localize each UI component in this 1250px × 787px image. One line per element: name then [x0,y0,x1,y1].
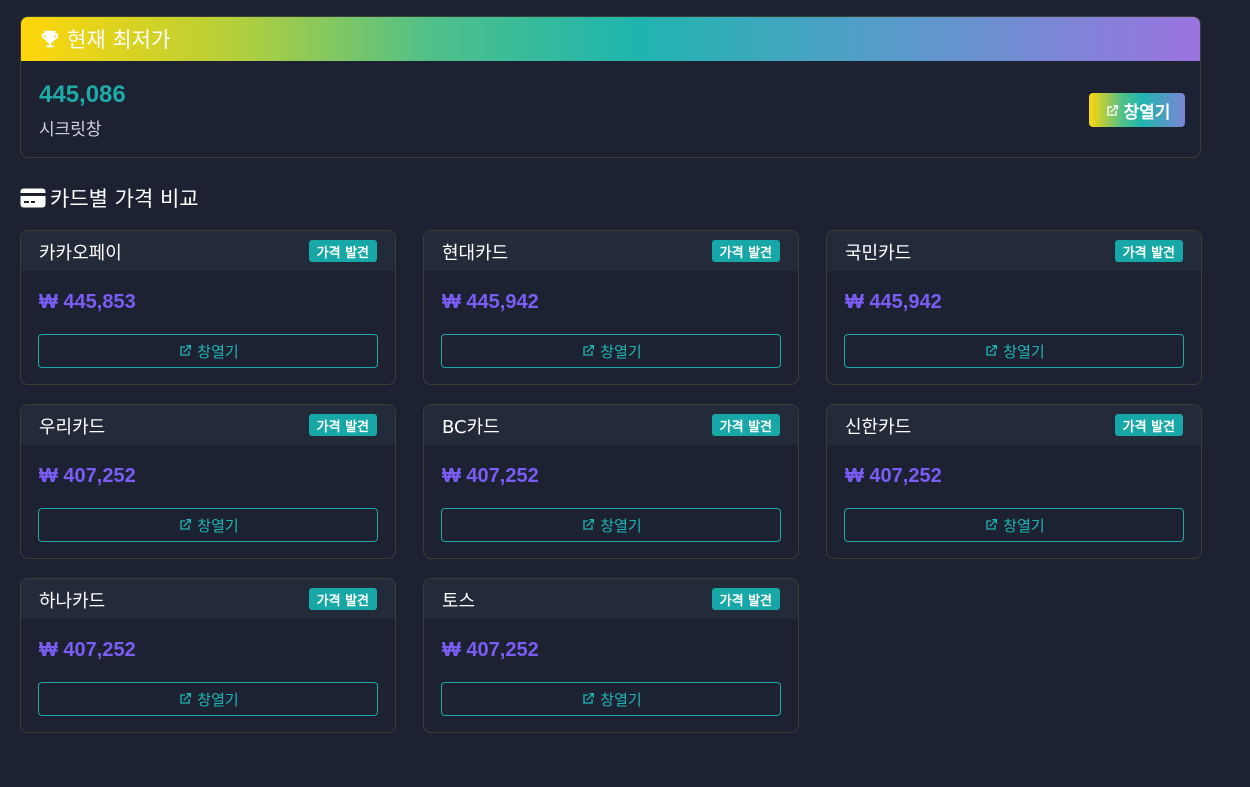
card-open-window-label: 창열기 [197,690,239,709]
card-price-item: BC카드 가격 발견 ₩ 407,252 창열기 [423,404,799,559]
card-price-item: 하나카드 가격 발견 ₩ 407,252 창열기 [20,578,396,733]
card-open-window-label: 창열기 [1003,516,1045,535]
external-link-icon [580,691,596,707]
card-name: 현대카드 [442,243,509,264]
card-price-value: ₩ 407,252 [845,465,942,487]
external-link-icon [177,343,193,359]
status-badge: 가격 발견 [711,414,780,436]
card-open-window-button[interactable]: 창열기 [441,682,781,716]
card-header: 카카오페이 가격 발견 [21,231,395,271]
card-price-value: ₩ 445,942 [845,291,942,313]
card-price-item: 우리카드 가격 발견 ₩ 407,252 창열기 [20,404,396,559]
external-link-icon [177,691,193,707]
external-link-icon [983,517,999,533]
card-open-window-label: 창열기 [600,516,642,535]
external-link-icon [983,343,999,359]
card-open-window-button[interactable]: 창열기 [441,334,781,368]
status-badge: 가격 발견 [308,414,377,436]
section-title-text: 카드별 가격 비교 [50,187,199,211]
card-open-window-label: 창열기 [600,342,642,361]
credit-card-icon [20,188,46,208]
status-badge: 가격 발견 [1114,240,1183,262]
card-open-window-label: 창열기 [1003,342,1045,361]
card-name: 우리카드 [39,417,106,438]
status-badge: 가격 발견 [308,588,377,610]
external-link-icon [1104,102,1120,118]
card-open-window-label: 창열기 [197,516,239,535]
status-badge: 가격 발견 [308,240,377,262]
card-price-value: ₩ 445,853 [39,291,136,313]
external-link-icon [580,343,596,359]
best-price-body: 445,086 시크릿창 창열기 [21,61,1200,157]
card-header: 하나카드 가격 발견 [21,579,395,619]
card-price-item: 카카오페이 가격 발견 ₩ 445,853 창열기 [20,230,396,385]
card-name: 국민카드 [845,243,912,264]
card-open-window-label: 창열기 [197,342,239,361]
card-name: BC카드 [442,417,500,438]
card-open-window-label: 창열기 [600,690,642,709]
card-name: 하나카드 [39,591,106,612]
card-price-value: ₩ 407,252 [442,639,539,661]
best-open-window-button[interactable]: 창열기 [1089,93,1185,127]
card-price-item: 토스 가격 발견 ₩ 407,252 창열기 [423,578,799,733]
card-price-item: 현대카드 가격 발견 ₩ 445,942 창열기 [423,230,799,385]
card-header: 신한카드 가격 발견 [827,405,1201,445]
card-price-value: ₩ 445,942 [442,291,539,313]
card-name: 카카오페이 [39,243,122,264]
card-name: 토스 [442,591,476,612]
external-link-icon [580,517,596,533]
page: 현재 최저가 445,086 시크릿창 창열기 카드별 가격 비교 카카오페이 … [0,0,1250,787]
card-price-item: 국민카드 가격 발견 ₩ 445,942 창열기 [826,230,1202,385]
card-price-value: ₩ 407,252 [39,465,136,487]
trophy-icon [37,26,63,52]
best-open-window-label: 창열기 [1123,102,1171,123]
best-price-panel: 현재 최저가 445,086 시크릿창 창열기 [20,16,1201,158]
card-header: 현대카드 가격 발견 [424,231,798,271]
best-price-store: 시크릿창 [39,120,102,140]
card-name: 신한카드 [845,417,912,438]
best-price-value: 445,086 [39,81,126,108]
status-badge: 가격 발견 [1114,414,1183,436]
card-open-window-button[interactable]: 창열기 [844,334,1184,368]
card-price-item: 신한카드 가격 발견 ₩ 407,252 창열기 [826,404,1202,559]
section-title: 카드별 가격 비교 [20,183,199,213]
card-price-value: ₩ 407,252 [39,639,136,661]
card-header: 국민카드 가격 발견 [827,231,1201,271]
card-open-window-button[interactable]: 창열기 [38,682,378,716]
card-price-value: ₩ 407,252 [442,465,539,487]
card-open-window-button[interactable]: 창열기 [441,508,781,542]
card-header: 우리카드 가격 발견 [21,405,395,445]
status-badge: 가격 발견 [711,588,780,610]
status-badge: 가격 발견 [711,240,780,262]
card-header: 토스 가격 발견 [424,579,798,619]
external-link-icon [177,517,193,533]
card-open-window-button[interactable]: 창열기 [38,334,378,368]
card-header: BC카드 가격 발견 [424,405,798,445]
card-open-window-button[interactable]: 창열기 [38,508,378,542]
card-open-window-button[interactable]: 창열기 [844,508,1184,542]
best-price-title: 현재 최저가 [67,28,171,52]
best-price-header: 현재 최저가 [21,17,1200,61]
